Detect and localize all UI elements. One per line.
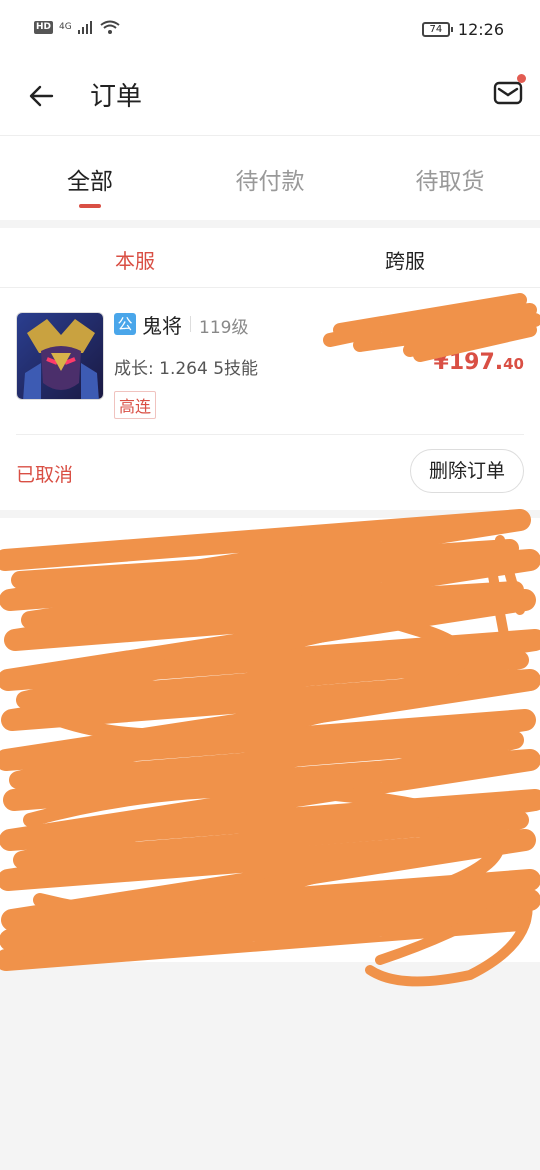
order-tabs: 全部 待付款 待取货 — [0, 136, 540, 220]
tab-pending-payment[interactable]: 待付款 — [180, 136, 360, 220]
page-title: 订单 — [90, 82, 143, 112]
tab-indicator — [79, 204, 101, 208]
server-tabs: 本服 跨服 — [0, 228, 540, 288]
pet-name: 鬼将 — [142, 314, 182, 338]
status-bar: HD 4G 74 12:26 — [0, 0, 540, 62]
card-divider — [16, 434, 524, 435]
order-status: 已取消 — [16, 464, 74, 486]
subtab-local-server[interactable]: 本服 — [0, 228, 270, 287]
status-left: HD 4G — [34, 20, 120, 34]
signal-icon — [77, 21, 92, 34]
divider-vertical — [190, 316, 191, 332]
tab-label: 待付款 — [235, 169, 305, 195]
unread-dot — [517, 74, 526, 83]
order-price: ¥197.40 — [434, 350, 524, 375]
pet-avatar-image — [17, 313, 103, 399]
pet-level: 119级 — [199, 318, 249, 338]
public-badge: 公 — [114, 313, 136, 335]
network-type: 4G — [59, 22, 72, 32]
order-card[interactable]: 公 鬼将 119级 成长: 1.264 5技能 高连 ¥197.40 已取消 删… — [0, 288, 540, 510]
subtab-cross-server[interactable]: 跨服 — [270, 228, 540, 287]
wifi-icon — [100, 20, 120, 34]
tab-all[interactable]: 全部 — [0, 136, 180, 220]
pet-avatar — [16, 312, 104, 400]
price-main: ¥197. — [433, 350, 504, 375]
order-card-obscured[interactable] — [0, 518, 540, 962]
delete-order-button[interactable]: 删除订单 — [410, 449, 524, 493]
tab-label: 全部 — [67, 169, 113, 195]
battery-icon: 74 — [421, 22, 453, 37]
tab-label: 待取货 — [415, 169, 485, 195]
app-header: 订单 — [0, 62, 540, 136]
back-button[interactable] — [24, 78, 60, 114]
arrow-left-icon — [29, 85, 54, 107]
pet-growth: 成长: 1.264 5技能 — [114, 359, 259, 379]
price-decimal: 40 — [503, 355, 524, 373]
pet-tag: 高连 — [114, 391, 157, 419]
clock: 12:26 — [457, 20, 504, 39]
tab-pending-pickup[interactable]: 待取货 — [360, 136, 540, 220]
status-right: 74 12:26 — [421, 20, 504, 39]
hd-indicator: HD — [34, 20, 54, 34]
